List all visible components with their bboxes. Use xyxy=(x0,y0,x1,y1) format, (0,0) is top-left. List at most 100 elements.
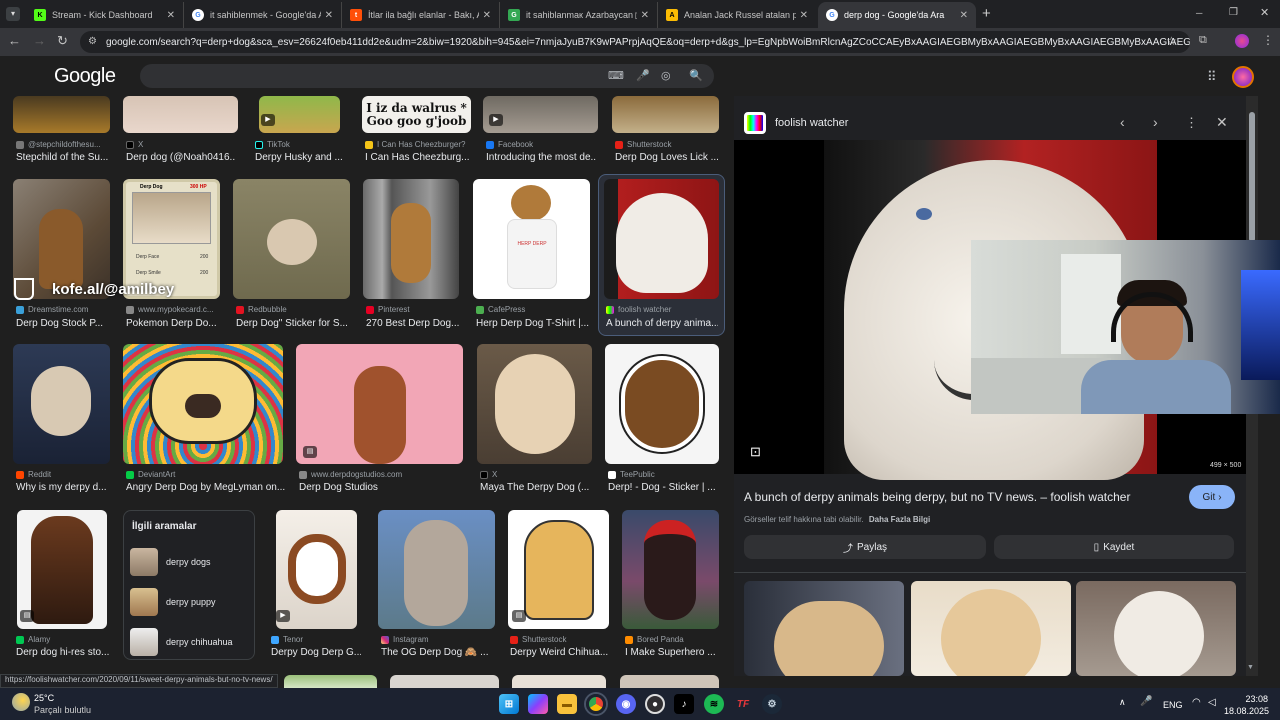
extensions-icon[interactable]: ⧉ xyxy=(1199,34,1207,47)
result-image[interactable] xyxy=(620,675,719,688)
result-caption[interactable]: A bunch of derpy anima... xyxy=(606,318,718,329)
result-image[interactable] xyxy=(284,675,377,688)
scroll-down-arrow[interactable]: ▼ xyxy=(1247,664,1254,671)
tab-ads-baku[interactable]: t İtlar ila bağlı elanlar - Bakı, Azə ✕ xyxy=(342,2,500,28)
result-image[interactable]: I iz da walrus * Goo goo g'joob xyxy=(362,96,471,133)
lens-icon[interactable]: ◎ xyxy=(661,69,671,82)
save-button[interactable]: ▯ Kaydet xyxy=(994,535,1234,559)
result-caption[interactable]: Stepchild of the Su... xyxy=(16,152,112,163)
tab-search-dropdown[interactable]: ▾ xyxy=(6,7,20,21)
result-image[interactable] xyxy=(13,96,110,133)
site-name[interactable]: foolish watcher xyxy=(775,117,848,129)
result-caption[interactable]: Derp dog (@Noah0416... xyxy=(126,152,236,163)
result-image[interactable] xyxy=(604,179,719,299)
restore-button[interactable]: ❐ xyxy=(1229,7,1238,18)
steam-icon[interactable]: ⚙ xyxy=(762,694,782,714)
account-avatar[interactable] xyxy=(1232,66,1254,88)
related-image[interactable] xyxy=(744,581,904,676)
visit-button[interactable]: Git › xyxy=(1189,485,1235,509)
obs-icon[interactable]: ● xyxy=(645,694,665,714)
menu-icon[interactable]: ⋮ xyxy=(1262,33,1274,47)
weather-temp[interactable]: 25°C xyxy=(34,693,54,703)
discord-icon[interactable]: ◉ xyxy=(616,694,636,714)
result-caption[interactable]: Angry Derp Dog by MegLyman on... xyxy=(126,482,286,493)
close-panel-icon[interactable]: ✕ xyxy=(1216,114,1228,131)
chrome-icon[interactable] xyxy=(586,694,606,714)
result-caption[interactable]: Derpy Weird Chihua... xyxy=(510,647,610,658)
close-window-button[interactable]: ✕ xyxy=(1260,6,1269,19)
result-image[interactable] xyxy=(296,344,463,464)
related-item-derpy-chihuahua[interactable]: derpy chihuahua xyxy=(130,627,250,657)
related-item-derpy-puppy[interactable]: derpy puppy xyxy=(130,587,250,617)
keyboard-icon[interactable]: ⌨ xyxy=(608,69,624,82)
result-image[interactable] xyxy=(605,344,719,464)
related-image[interactable] xyxy=(911,581,1071,676)
bookmark-star-icon[interactable]: ☆ xyxy=(1166,34,1177,48)
result-image[interactable] xyxy=(233,179,350,299)
result-image[interactable] xyxy=(363,179,459,299)
result-image[interactable] xyxy=(477,344,592,464)
result-image[interactable] xyxy=(612,96,719,133)
previous-icon[interactable]: ‹ xyxy=(1120,114,1125,130)
tab-kick-dashboard[interactable]: K Stream - Kick Dashboard ✕ xyxy=(26,2,184,28)
site-info-icon[interactable]: ⚙ xyxy=(88,36,97,47)
result-caption[interactable]: The OG Derp Dog 🙈 ... xyxy=(381,647,496,658)
related-item-derpy-dogs[interactable]: derpy dogs xyxy=(130,547,250,577)
result-caption[interactable]: I Make Superhero ... xyxy=(625,647,721,658)
spotify-icon[interactable]: ≋ xyxy=(704,694,724,714)
result-caption[interactable]: Derp dog hi-res sto... xyxy=(16,647,110,658)
result-image[interactable]: HERP DERP xyxy=(473,179,590,299)
wifi-icon[interactable]: ◠ xyxy=(1192,697,1201,708)
close-icon[interactable]: ✕ xyxy=(167,10,175,21)
result-image[interactable] xyxy=(378,510,495,629)
windows-start-icon[interactable]: ⊞ xyxy=(499,694,519,714)
tiktok-icon[interactable]: ♪ xyxy=(674,694,694,714)
result-caption[interactable]: Derpy Dog Derp G... xyxy=(271,647,361,658)
google-logo[interactable]: Google xyxy=(54,65,116,88)
close-icon[interactable]: ✕ xyxy=(960,10,968,21)
result-caption[interactable]: Introducing the most de... xyxy=(486,152,596,163)
scrollbar-thumb[interactable] xyxy=(1249,112,1255,242)
search-icon[interactable]: 🔍 xyxy=(689,69,703,82)
result-caption[interactable]: Derp Dog" Sticker for S... xyxy=(236,318,350,329)
result-image[interactable] xyxy=(390,675,499,688)
close-icon[interactable]: ✕ xyxy=(800,10,808,21)
microphone-tray-icon[interactable]: 🎤 xyxy=(1140,696,1152,707)
tab-derp-dog[interactable]: G derp dog - Google'da Ara ✕ xyxy=(818,2,976,28)
minimize-button[interactable]: ─ xyxy=(1196,8,1202,18)
search-input[interactable] xyxy=(140,64,714,88)
back-icon[interactable]: ← xyxy=(8,33,21,49)
result-image[interactable] xyxy=(123,96,238,133)
share-button[interactable]: ⤴ Paylaş xyxy=(744,535,986,559)
clock-time[interactable]: 23:08 xyxy=(1244,694,1268,704)
file-explorer-icon[interactable]: ▬ xyxy=(557,694,577,714)
result-image[interactable] xyxy=(123,344,283,464)
tab-google-search-1[interactable]: G it sahiblenmek - Google'da Ara ✕ xyxy=(184,2,342,28)
result-caption[interactable]: 270 Best Derp Dog... xyxy=(366,318,462,329)
result-image[interactable] xyxy=(622,510,719,629)
result-caption[interactable]: Why is my derpy d... xyxy=(16,482,112,493)
tab-jack-russel[interactable]: A Analan Jack Russel atalan pekin ✕ xyxy=(658,2,816,28)
result-image[interactable] xyxy=(13,344,110,464)
result-caption[interactable]: Derp! - Dog - Sticker | ... xyxy=(608,482,720,493)
more-info-link[interactable]: Daha Fazla Bilgi xyxy=(869,515,930,524)
result-caption[interactable]: Derpy Husky and ... xyxy=(255,152,350,163)
result-caption[interactable]: Derp Dog Studios xyxy=(299,482,464,493)
close-icon[interactable]: ✕ xyxy=(641,10,649,21)
copilot-icon[interactable] xyxy=(528,694,548,714)
result-caption[interactable]: I Can Has Cheezburg... xyxy=(365,152,475,163)
reload-icon[interactable]: ↻ xyxy=(57,33,68,49)
weather-icon[interactable] xyxy=(12,693,30,711)
preview-title[interactable]: A bunch of derpy animals being derpy, bu… xyxy=(744,490,1184,504)
result-caption[interactable]: Derp Dog Loves Lick ... xyxy=(615,152,720,163)
tray-overflow-icon[interactable]: ∧ xyxy=(1119,697,1126,708)
more-options-icon[interactable]: ⋮ xyxy=(1185,115,1198,131)
apps-grid-icon[interactable]: ⠿ xyxy=(1207,69,1217,85)
clock-date[interactable]: 18.08.2025 xyxy=(1224,706,1269,716)
address-bar[interactable]: google.com/search?q=derp+dog&sca_esv=266… xyxy=(80,31,1190,53)
profile-avatar[interactable] xyxy=(1235,34,1249,48)
weather-desc[interactable]: Parçalı bulutlu xyxy=(34,705,91,715)
new-tab-button[interactable]: + xyxy=(982,5,991,22)
volume-icon[interactable]: ◁ xyxy=(1208,697,1216,708)
result-caption[interactable]: Pokemon Derp Do... xyxy=(126,318,222,329)
